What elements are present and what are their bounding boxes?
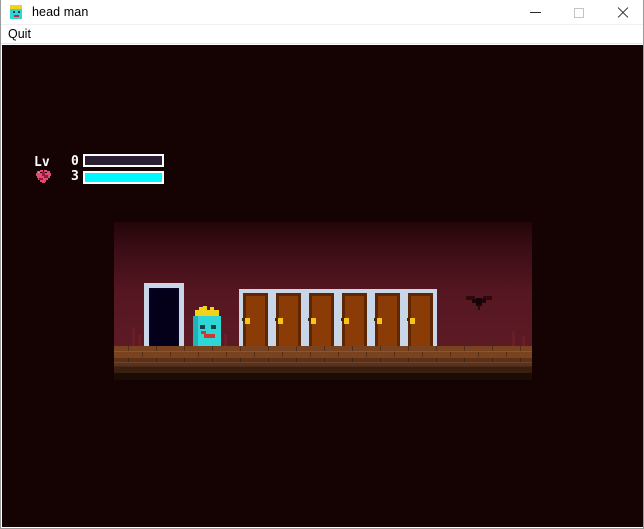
door-row (239, 289, 437, 346)
background-pillar (522, 336, 525, 346)
closed-door[interactable] (305, 289, 338, 346)
bat-enemy (466, 294, 492, 310)
closed-door[interactable] (371, 289, 404, 346)
window-controls (513, 0, 643, 25)
level-label: Lv (34, 155, 50, 170)
door-knob-icon (275, 318, 283, 324)
maximize-icon (574, 7, 584, 18)
player-mouth (201, 331, 215, 338)
closed-door[interactable] (404, 289, 437, 346)
doorway-void (149, 288, 179, 346)
close-icon (617, 7, 629, 19)
crown-spike (203, 306, 207, 311)
level-value: 0 (71, 154, 79, 169)
hp-bar (83, 171, 164, 184)
open-doorway[interactable] (144, 283, 184, 346)
player-eye-right (211, 325, 216, 329)
window-title: head man (32, 5, 89, 19)
game-viewport (114, 222, 532, 380)
closed-door[interactable] (272, 289, 305, 346)
head-man-icon (8, 4, 24, 20)
player-eye-left (200, 325, 205, 329)
ground-tiles (114, 346, 532, 380)
player-head-man (193, 306, 221, 346)
background-pillar (224, 334, 227, 346)
heart-icon (35, 169, 53, 184)
title-bar: head man (1, 0, 643, 25)
minimize-icon (529, 12, 541, 13)
close-button[interactable] (601, 0, 643, 25)
background-pillar (138, 335, 141, 346)
xp-bar (83, 154, 164, 167)
background-pillar (512, 331, 515, 346)
xp-bar-track (85, 156, 162, 165)
game-canvas[interactable]: Lv 0 3 (2, 45, 643, 527)
door-knob-icon (242, 318, 250, 324)
menu-item-quit[interactable]: Quit (1, 25, 38, 44)
health-value: 3 (71, 169, 79, 184)
menu-bar: Quit (1, 25, 643, 44)
door-knob-icon (374, 318, 382, 324)
door-knob-icon (407, 318, 415, 324)
door-knob-icon (308, 318, 316, 324)
hp-bar-fill (85, 173, 162, 182)
player-head-shade (193, 316, 198, 346)
closed-door[interactable] (338, 289, 371, 346)
closed-door[interactable] (239, 289, 272, 346)
maximize-button[interactable] (557, 0, 601, 25)
application-window: head man Quit Lv 0 3 (0, 0, 644, 529)
background-pillar (132, 328, 135, 346)
minimize-button[interactable] (513, 0, 557, 25)
door-knob-icon (341, 318, 349, 324)
